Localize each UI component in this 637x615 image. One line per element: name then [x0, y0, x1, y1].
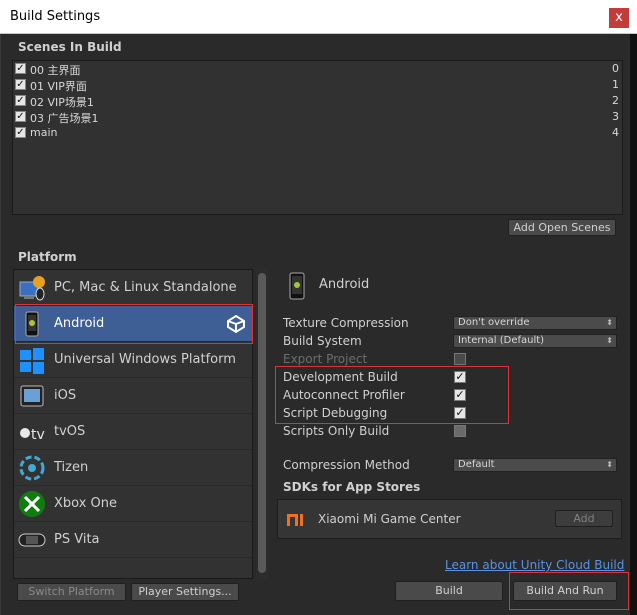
platform-label: tvOS [54, 424, 86, 439]
chevron-updown-icon: ⬍ [606, 336, 613, 345]
scene-name: 00 主界面 [30, 64, 81, 77]
scene-checkbox[interactable]: ✓ [15, 63, 26, 74]
scene-name: 02 VIP场景1 [30, 96, 94, 109]
platform-label: Tizen [54, 460, 89, 475]
sdks-header: SDKs for App Stores [283, 480, 421, 494]
scene-index: 0 [612, 62, 619, 75]
platform-item-tvos[interactable]: tv tvOS [14, 414, 252, 450]
dropdown-value: Don't override [458, 317, 530, 328]
xbox-icon [18, 490, 46, 518]
windows-icon [18, 346, 46, 374]
scene-checkbox[interactable]: ✓ [15, 127, 26, 138]
texture-compression-dropdown[interactable]: Don't override ⬍ [453, 316, 617, 330]
scene-row[interactable]: ✓ 00 主界面 0 [15, 61, 621, 77]
scene-name: 03 广告场景1 [30, 112, 99, 125]
scene-index: 3 [612, 110, 619, 123]
highlight-box-debug-options [275, 366, 509, 424]
build-button[interactable]: Build [395, 581, 503, 601]
sdk-name: Xiaomi Mi Game Center [318, 512, 461, 526]
scene-index: 4 [612, 126, 619, 139]
platform-header: Platform [18, 250, 77, 264]
sdk-row-xiaomi: Xiaomi Mi Game Center Add [277, 499, 622, 539]
sdk-add-button[interactable]: Add [555, 510, 613, 527]
scene-name: 01 VIP界面 [30, 80, 87, 93]
android-device-icon [288, 272, 306, 300]
chevron-updown-icon: ⬍ [606, 460, 613, 469]
window-title: Build Settings [10, 9, 101, 24]
dropdown-value: Internal (Default) [458, 335, 545, 346]
scenes-header: Scenes In Build [18, 40, 122, 54]
background-strip [630, 34, 637, 615]
xiaomi-logo-icon [286, 512, 310, 528]
scene-checkbox[interactable]: ✓ [15, 79, 26, 90]
scene-name: main [30, 126, 58, 139]
add-open-scenes-button[interactable]: Add Open Scenes [508, 219, 616, 236]
scene-checkbox[interactable]: ✓ [15, 95, 26, 106]
scene-checkbox[interactable]: ✓ [15, 111, 26, 122]
export-project-label: Export Project [283, 352, 368, 366]
highlight-box-build-and-run [509, 572, 629, 610]
scene-index: 1 [612, 78, 619, 91]
ios-icon [18, 382, 46, 410]
build-settings-window: Scenes In Build ✓ 00 主界面 0 ✓ 01 VIP界面 1 … [0, 34, 630, 615]
platform-item-xbox[interactable]: Xbox One [14, 486, 252, 522]
platform-scrollbar[interactable] [256, 269, 268, 579]
platform-item-uwp[interactable]: Universal Windows Platform [14, 342, 252, 378]
scene-row[interactable]: ✓ 03 广告场景1 3 [15, 109, 621, 125]
scene-row[interactable]: ✓ 01 VIP界面 1 [15, 77, 621, 93]
build-system-label: Build System [283, 334, 362, 348]
highlight-box-android [15, 304, 253, 344]
platform-label: PS Vita [54, 532, 100, 547]
appletv-icon: tv [18, 418, 46, 446]
texture-compression-label: Texture Compression [283, 316, 409, 330]
scene-row[interactable]: ✓ main 4 [15, 125, 621, 141]
export-project-checkbox [454, 353, 466, 365]
platform-item-pc[interactable]: PC, Mac & Linux Standalone [14, 270, 252, 306]
compression-method-label: Compression Method [283, 458, 410, 472]
platform-label: Xbox One [54, 496, 118, 511]
scripts-only-build-checkbox[interactable] [454, 425, 466, 437]
title-bar: Build Settings x [0, 0, 637, 34]
switch-platform-button[interactable]: Switch Platform [17, 583, 126, 601]
build-system-dropdown[interactable]: Internal (Default) ⬍ [453, 334, 617, 348]
cloud-build-link[interactable]: Learn about Unity Cloud Build [445, 558, 624, 572]
chevron-updown-icon: ⬍ [606, 318, 613, 327]
scene-row[interactable]: ✓ 02 VIP场景1 2 [15, 93, 621, 109]
dropdown-value: Default [458, 459, 495, 470]
player-settings-button[interactable]: Player Settings... [131, 583, 239, 601]
svg-text:tv: tv [31, 427, 45, 443]
selected-platform-title: Android [319, 277, 370, 292]
pc-standalone-icon [18, 274, 46, 302]
scripts-only-build-label: Scripts Only Build [283, 424, 390, 438]
close-button[interactable]: x [609, 8, 629, 28]
compression-method-dropdown[interactable]: Default ⬍ [453, 458, 617, 472]
platform-item-psvita[interactable]: PS Vita [14, 522, 252, 558]
tizen-icon [18, 454, 46, 482]
platform-item-tizen[interactable]: Tizen [14, 450, 252, 486]
scene-index: 2 [612, 94, 619, 107]
platform-label: Universal Windows Platform [54, 352, 236, 367]
platform-label: PC, Mac & Linux Standalone [54, 280, 237, 295]
platform-label: iOS [54, 388, 77, 403]
scrollbar-thumb[interactable] [258, 273, 266, 573]
platform-item-ios[interactable]: iOS [14, 378, 252, 414]
psvita-icon [18, 526, 46, 554]
scenes-list: ✓ 00 主界面 0 ✓ 01 VIP界面 1 ✓ 02 VIP场景1 2 ✓ … [12, 60, 623, 215]
